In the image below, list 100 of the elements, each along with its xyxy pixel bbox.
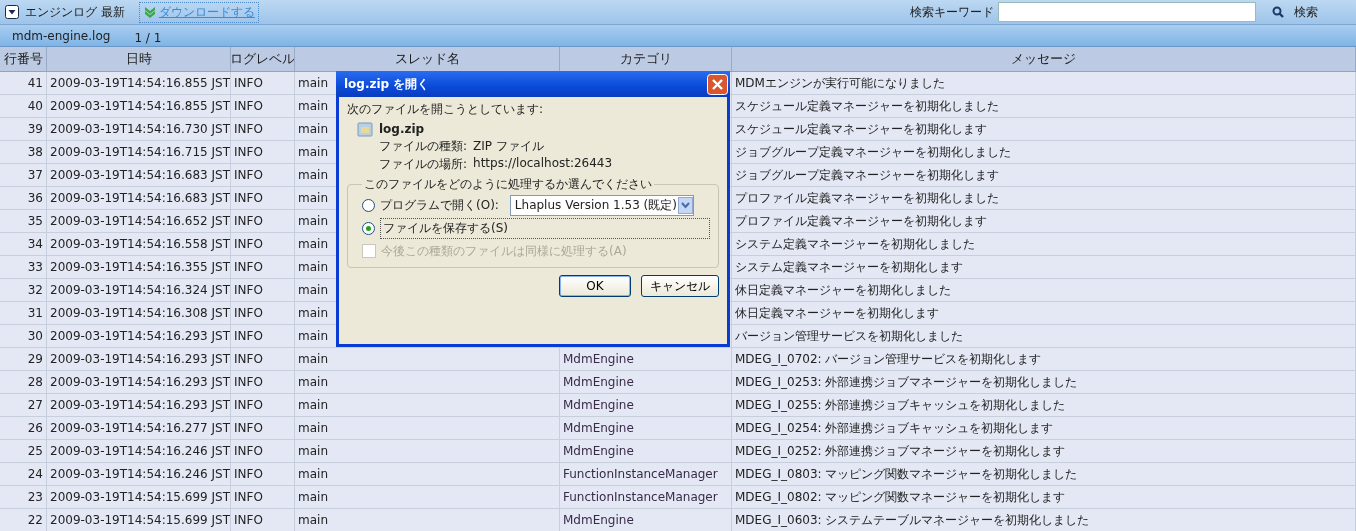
table-cell: main xyxy=(295,417,560,439)
table-cell: 31 xyxy=(0,302,47,324)
table-cell: INFO xyxy=(231,279,295,301)
close-icon[interactable] xyxy=(707,73,728,95)
table-cell: 2009-03-19T14:54:16.715 JST xyxy=(47,141,231,163)
table-cell: INFO xyxy=(231,233,295,255)
search-button[interactable]: 検索 xyxy=(1260,3,1356,21)
table-cell: 34 xyxy=(0,233,47,255)
table-cell: main xyxy=(295,348,560,370)
table-cell: INFO xyxy=(231,118,295,140)
table-cell: MDEG_I_0603: システムテーブルマネージャーを初期化しました xyxy=(732,509,1356,531)
table-cell: 2009-03-19T14:54:16.293 JST xyxy=(47,371,231,393)
table-cell: MdmEngine xyxy=(560,371,732,393)
table-cell: 2009-03-19T14:54:16.855 JST xyxy=(47,95,231,117)
table-cell: 2009-03-19T14:54:16.558 JST xyxy=(47,233,231,255)
table-cell: 休日定義マネージャーを初期化します xyxy=(732,302,1356,324)
table-cell: スケジュール定義マネージャーを初期化しました xyxy=(732,95,1356,117)
table-cell: バージョン管理サービスを初期化しました xyxy=(732,325,1356,347)
table-cell: 2009-03-19T14:54:15.699 JST xyxy=(47,509,231,531)
log-title: エンジンログ 最新 xyxy=(25,3,125,21)
table-cell: 2009-03-19T14:54:16.293 JST xyxy=(47,348,231,370)
table-cell: MDEG_I_0252: 外部連携ジョブマネージャーを初期化します xyxy=(732,440,1356,462)
table-cell: 40 xyxy=(0,95,47,117)
table-cell: 33 xyxy=(0,256,47,278)
table-cell: 2009-03-19T14:54:16.683 JST xyxy=(47,164,231,186)
table-cell: INFO xyxy=(231,417,295,439)
table-cell: INFO xyxy=(231,325,295,347)
table-cell: プロファイル定義マネージャーを初期化しました xyxy=(732,187,1356,209)
download-icon xyxy=(142,6,157,18)
caret-icon xyxy=(677,196,693,214)
table-cell: INFO xyxy=(231,187,295,209)
table-cell: MDEG_I_0253: 外部連携ジョブマネージャーを初期化しました xyxy=(732,371,1356,393)
table-cell: ジョブグループ定義マネージャーを初期化しました xyxy=(732,141,1356,163)
table-cell: 30 xyxy=(0,325,47,347)
table-cell: INFO xyxy=(231,348,295,370)
table-cell: INFO xyxy=(231,463,295,485)
table-cell: 22 xyxy=(0,509,47,531)
table-cell: main xyxy=(295,371,560,393)
table-cell: 26 xyxy=(0,417,47,439)
table-cell: 36 xyxy=(0,187,47,209)
file-name: mdm-engine.log xyxy=(12,28,111,43)
table-cell: 2009-03-19T14:54:16.730 JST xyxy=(47,118,231,140)
column-header[interactable]: ログレベル xyxy=(231,47,295,71)
column-header[interactable]: 行番号 xyxy=(0,47,47,71)
table-cell: 2009-03-19T14:54:16.293 JST xyxy=(47,325,231,347)
table-cell: INFO xyxy=(231,72,295,94)
table-cell: MDMエンジンが実行可能になりました xyxy=(732,72,1356,94)
table-cell: MDEG_I_0254: 外部連携ジョブキャッシュを初期化します xyxy=(732,417,1356,439)
table-cell: 2009-03-19T14:54:16.652 JST xyxy=(47,210,231,232)
table-cell: 41 xyxy=(0,72,47,94)
table-cell: 39 xyxy=(0,118,47,140)
table-cell: INFO xyxy=(231,95,295,117)
table-cell: INFO xyxy=(231,141,295,163)
dropdown-icon[interactable] xyxy=(5,5,19,19)
table-cell: 2009-03-19T14:54:16.308 JST xyxy=(47,302,231,324)
table-cell: MDEG_I_0802: マッピング関数マネージャーを初期化します xyxy=(732,486,1356,508)
column-header[interactable]: 日時 xyxy=(47,47,231,71)
table-cell: 2009-03-19T14:54:16.293 JST xyxy=(47,394,231,416)
search-field[interactable] xyxy=(998,2,1256,22)
table-cell: main xyxy=(295,394,560,416)
table-cell: 35 xyxy=(0,210,47,232)
table-cell: 28 xyxy=(0,371,47,393)
radio-button[interactable] xyxy=(362,198,375,212)
table-cell: 2009-03-19T14:54:16.324 JST xyxy=(47,279,231,301)
table-cell: 休日定義マネージャーを初期化しました xyxy=(732,279,1356,301)
table-cell: main xyxy=(295,463,560,485)
file-name: log.zip xyxy=(379,122,425,136)
dialog-title: log.zip を開く xyxy=(344,75,430,93)
option-label[interactable]: ファイルを保存する(S) xyxy=(380,217,710,239)
table-cell: main xyxy=(295,440,560,462)
table-cell: MDEG_I_0702: バージョン管理サービスを初期化します xyxy=(732,348,1356,370)
file-icon xyxy=(357,121,373,137)
table-cell: MDEG_I_0255: 外部連携ジョブキャッシュを初期化しました xyxy=(732,394,1356,416)
table-cell: 2009-03-19T14:54:16.246 JST xyxy=(47,463,231,485)
table-cell: INFO xyxy=(231,486,295,508)
table-cell: 29 xyxy=(0,348,47,370)
table-cell: FunctionInstanceManager xyxy=(560,486,732,508)
dialog-button[interactable]: キャンセル xyxy=(641,275,719,297)
program-select[interactable]: Lhaplus Version 1.53 (既定) xyxy=(509,194,694,216)
table-cell: 2009-03-19T14:54:16.355 JST xyxy=(47,256,231,278)
detail-label: ファイルの種類: xyxy=(379,138,468,155)
dialog-button[interactable]: OK xyxy=(559,275,631,297)
table-cell: 38 xyxy=(0,141,47,163)
table-cell: システム定義マネージャーを初期化します xyxy=(732,256,1356,278)
table-cell: 25 xyxy=(0,440,47,462)
table-cell: ジョブグループ定義マネージャーを初期化します xyxy=(732,164,1356,186)
table-cell: INFO xyxy=(231,164,295,186)
table-cell: 27 xyxy=(0,394,47,416)
table-cell: INFO xyxy=(231,371,295,393)
table-cell: main xyxy=(295,486,560,508)
table-cell: INFO xyxy=(231,509,295,531)
table-cell: MdmEngine xyxy=(560,394,732,416)
table-cell: MdmEngine xyxy=(560,440,732,462)
table-cell: INFO xyxy=(231,440,295,462)
table-cell: MdmEngine xyxy=(560,417,732,439)
table-cell: MdmEngine xyxy=(560,348,732,370)
radio-button[interactable] xyxy=(362,221,375,235)
column-header[interactable]: メッセージ xyxy=(732,47,1356,71)
table-cell: INFO xyxy=(231,394,295,416)
detail-value: ZIP ファイル xyxy=(473,138,544,155)
